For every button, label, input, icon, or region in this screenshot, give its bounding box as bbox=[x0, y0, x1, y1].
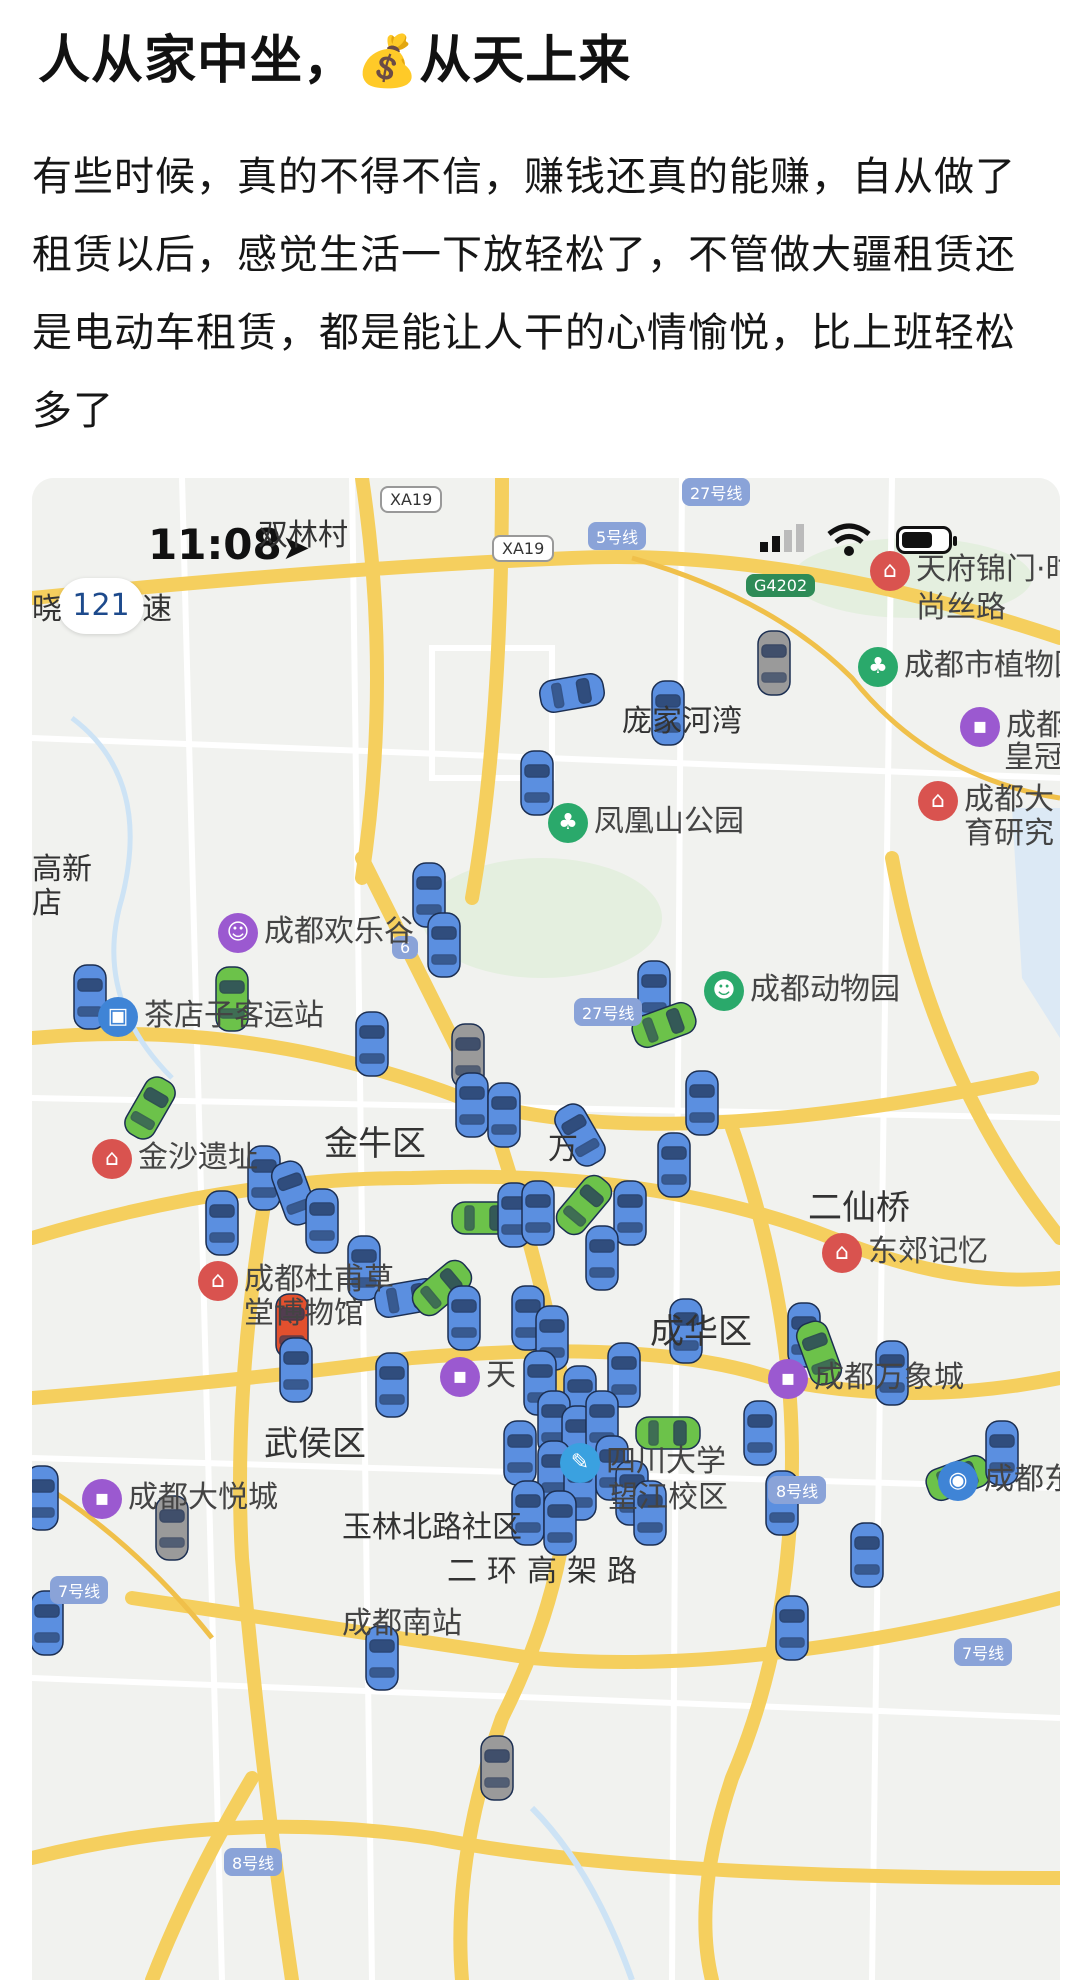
metro-badge-line8: 8号线 bbox=[768, 1476, 827, 1504]
amusement-icon: ☺ bbox=[218, 912, 258, 953]
poi-dongjiao-label: 东郊记忆 bbox=[868, 1234, 988, 1269]
car-marker[interactable] bbox=[487, 1082, 521, 1148]
car-marker[interactable] bbox=[205, 1190, 239, 1256]
poi-huanle[interactable]: ☺ 成都欢乐谷 bbox=[218, 906, 414, 953]
poi-dayue-label: 成都大悦城 bbox=[128, 1480, 278, 1515]
poi-nanzhan[interactable]: 成都南站 bbox=[342, 1598, 462, 1642]
metro-badge-line27: 27号线 bbox=[682, 478, 751, 506]
poi-dongwuyuan[interactable]: ☻ 成都动物园 bbox=[704, 964, 900, 1011]
school-icon: ✎ bbox=[560, 1442, 600, 1483]
label-jinniu: 金牛区 bbox=[324, 1124, 426, 1164]
highway-badge-g4202: G4202 bbox=[746, 574, 816, 597]
label-erxianqiao: 二仙桥 bbox=[808, 1188, 910, 1228]
car-marker[interactable] bbox=[32, 1465, 59, 1531]
car-marker[interactable] bbox=[850, 1522, 884, 1588]
label-gaoxin-2: 店 bbox=[32, 886, 62, 921]
poi-chengdong[interactable]: ◉ 成都东 bbox=[938, 1454, 1060, 1501]
poi-nanzhan-label: 成都南站 bbox=[342, 1606, 462, 1641]
poi-fenghuang-label: 凤凰山公园 bbox=[594, 804, 744, 839]
poi-tian[interactable]: ▪ 天 bbox=[440, 1350, 516, 1397]
cell-signal-icon bbox=[760, 524, 804, 552]
shopping-icon: ▪ bbox=[768, 1358, 808, 1399]
map-speed-label: 速 bbox=[142, 592, 172, 627]
poi-tiyu-line2: 育研究 bbox=[964, 816, 1054, 851]
park-icon: ♣ bbox=[858, 646, 898, 687]
poi-dongjiao[interactable]: ⌂ 东郊记忆 bbox=[822, 1226, 988, 1273]
poi-tian-label: 天 bbox=[486, 1358, 516, 1393]
label-chenghua: 成华区 bbox=[650, 1312, 752, 1352]
zoo-icon: ☻ bbox=[704, 970, 744, 1011]
car-marker[interactable] bbox=[503, 1420, 537, 1486]
wifi-icon bbox=[827, 523, 871, 556]
label-wuhou: 武侯区 bbox=[264, 1424, 366, 1464]
car-marker[interactable] bbox=[279, 1337, 313, 1403]
poi-dufu-line2: 堂博物馆 bbox=[244, 1296, 364, 1331]
hotel-icon: ▪ bbox=[960, 706, 1000, 747]
bus-station-icon: ▣ bbox=[98, 996, 138, 1037]
metro-badge-line5: 5号线 bbox=[588, 522, 647, 550]
label-wan: 万 bbox=[548, 1132, 578, 1167]
train-station-icon: ◉ bbox=[938, 1460, 978, 1501]
road-badge-xa19: XA19 bbox=[380, 486, 443, 513]
shopping-icon: ▪ bbox=[82, 1478, 122, 1519]
car-marker[interactable] bbox=[757, 630, 791, 696]
car-marker[interactable] bbox=[305, 1188, 339, 1254]
map-edge-label: 晓 bbox=[32, 592, 62, 627]
poi-dayue[interactable]: ▪ 成都大悦城 bbox=[82, 1472, 278, 1519]
poi-fenghuang[interactable]: ♣ 凤凰山公园 bbox=[548, 796, 744, 843]
poi-zhiwuyuan[interactable]: ♣成都市植物园 bbox=[858, 640, 1060, 687]
poi-huanle-label: 成都欢乐谷 bbox=[264, 914, 414, 949]
car-marker[interactable] bbox=[743, 1400, 777, 1466]
map-screenshot[interactable]: 11:08➤ 121 晓 速 XA19 XA19 G4202 5号线 27号线 … bbox=[32, 478, 1060, 1980]
label-shuanglin: 双林村 bbox=[258, 518, 348, 553]
poi-chengdong-label: 成都东 bbox=[984, 1462, 1060, 1497]
post-title-start: 人从家中坐， bbox=[38, 31, 357, 91]
poi-jinsha-label: 金沙遗址 bbox=[138, 1140, 258, 1175]
metro-badge-line7: 7号线 bbox=[50, 1576, 109, 1604]
car-marker[interactable] bbox=[613, 1180, 647, 1246]
poi-dongwuyuan-label: 成都动物园 bbox=[750, 972, 900, 1007]
metro-badge-line7-2: 7号线 bbox=[954, 1638, 1013, 1666]
poi-jinsha[interactable]: ⌂ 金沙遗址 bbox=[92, 1132, 258, 1179]
shopping-icon: ▪ bbox=[440, 1356, 480, 1397]
landmark-icon: ⌂ bbox=[870, 550, 910, 591]
money-bag-icon: 💰 bbox=[356, 32, 420, 90]
landmark-icon: ⌂ bbox=[822, 1232, 862, 1273]
label-yulin: 玉林北路社区 bbox=[342, 1510, 522, 1545]
car-marker[interactable] bbox=[480, 1735, 514, 1801]
poi-wanxiang[interactable]: ▪ 成都万象城 bbox=[768, 1352, 964, 1399]
post-title: 人从家中坐，💰从天上来 bbox=[38, 18, 1048, 93]
car-marker[interactable] bbox=[375, 1352, 409, 1418]
car-marker[interactable] bbox=[585, 1225, 619, 1291]
car-marker[interactable] bbox=[657, 1132, 691, 1198]
poi-sichuan-line2: 望江校区 bbox=[608, 1480, 728, 1515]
car-marker[interactable] bbox=[355, 1011, 389, 1077]
poi-zhiwuyuan-label: 成都市植物园 bbox=[904, 648, 1060, 683]
car-marker[interactable] bbox=[521, 1180, 555, 1246]
landmark-icon: ⌂ bbox=[918, 780, 958, 821]
poi-chadian-label: 茶店子客运站 bbox=[144, 998, 324, 1033]
poi-tianfu-line2: 尚丝路 bbox=[916, 590, 1006, 625]
poi-chadian[interactable]: ▣ 茶店子客运站 bbox=[98, 990, 324, 1037]
post-title-end: 从天上来 bbox=[419, 31, 632, 91]
label-erhuan: 二环高架路 bbox=[447, 1554, 647, 1589]
label-pangjia: 庞家河湾 bbox=[622, 704, 742, 739]
park-icon: ♣ bbox=[548, 802, 588, 843]
metro-badge-line8-2: 8号线 bbox=[224, 1848, 283, 1876]
museum-icon: ⌂ bbox=[92, 1138, 132, 1179]
road-badge-xa19-2: XA19 bbox=[492, 535, 555, 562]
car-marker[interactable] bbox=[685, 1070, 719, 1136]
car-marker[interactable] bbox=[447, 1285, 481, 1351]
car-marker[interactable] bbox=[775, 1595, 809, 1661]
poi-wanxiang-label: 成都万象城 bbox=[814, 1360, 964, 1395]
car-marker[interactable] bbox=[455, 1072, 489, 1138]
museum-icon: ⌂ bbox=[198, 1260, 238, 1301]
poi-huangguan-line2: 皇冠 bbox=[1004, 740, 1060, 775]
map-scale-badge: 121 bbox=[58, 578, 144, 634]
metro-badge-line27-2: 27号线 bbox=[574, 998, 643, 1026]
car-marker[interactable] bbox=[427, 912, 461, 978]
post-body: 有些时候，真的不得不信，赚钱还真的能赚，自从做了租赁以后，感觉生活一下放轻松了，… bbox=[32, 154, 1016, 434]
